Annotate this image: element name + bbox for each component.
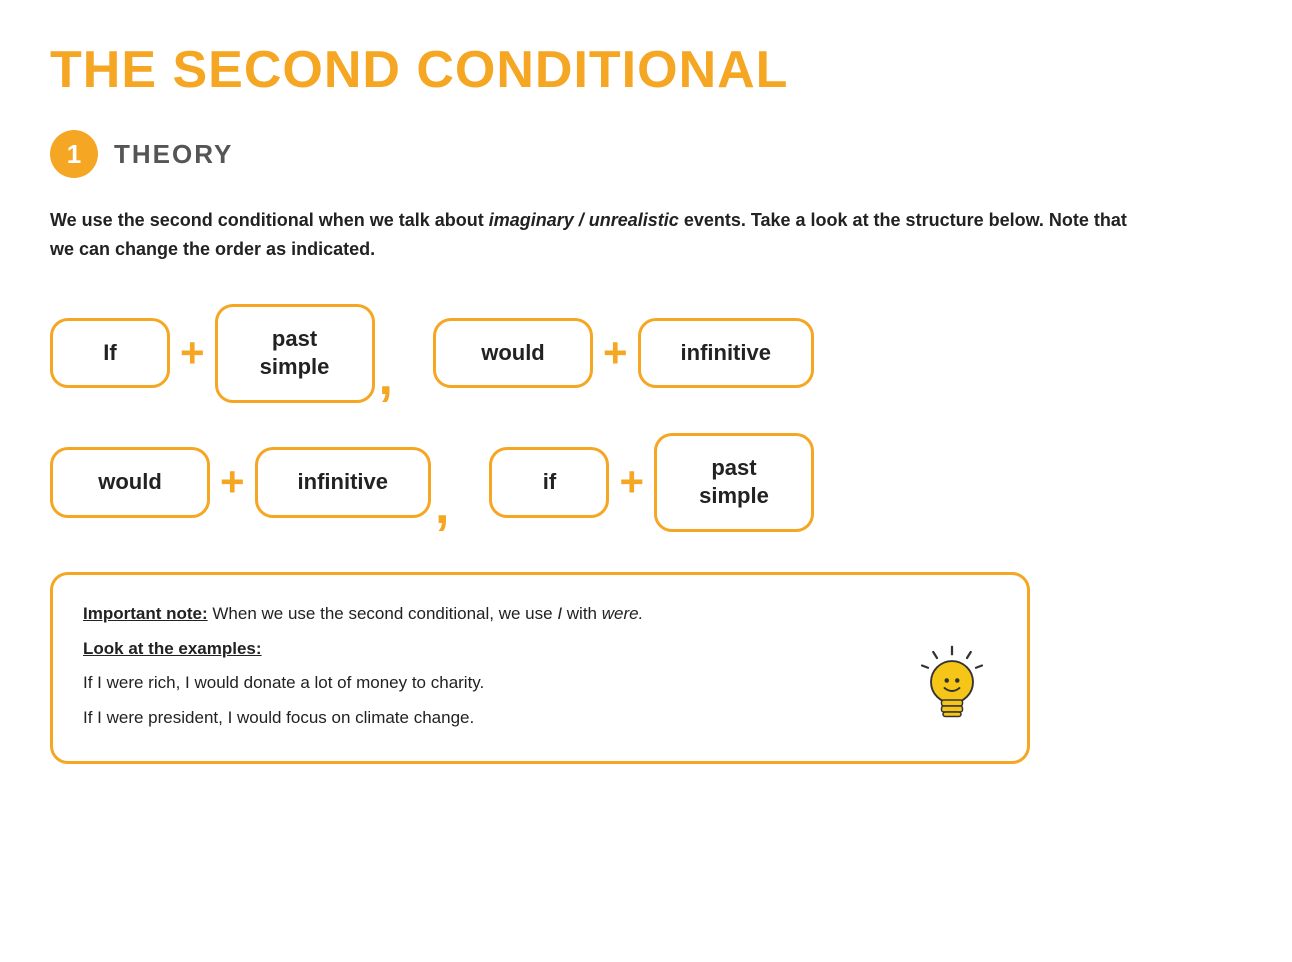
formula-area: If + pastsimple , would + infinitive wou… xyxy=(50,304,1242,532)
note-important-line: Important note: When we use the second c… xyxy=(83,599,887,630)
plus-icon-1: + xyxy=(170,332,215,374)
section-number: 1 xyxy=(50,130,98,178)
intro-italic: imaginary / unrealistic xyxy=(489,210,679,230)
page-title: THE SECOND CONDITIONAL xyxy=(50,40,1242,100)
plus-icon-4: + xyxy=(609,461,654,503)
formula-box-if-2: if xyxy=(489,447,609,518)
formula-box-past-simple: pastsimple xyxy=(215,304,375,403)
formula-box-would-2: would xyxy=(50,447,210,518)
formula-row-1: If + pastsimple , would + infinitive xyxy=(50,304,1242,403)
note-example1: If I were rich, I would donate a lot of … xyxy=(83,668,887,699)
note-example2: If I were president, I would focus on cl… xyxy=(83,703,887,734)
formula-box-infinitive-2: infinitive xyxy=(255,447,431,518)
plus-icon-3: + xyxy=(210,461,255,503)
were-italic: were. xyxy=(602,604,644,623)
with-were-text: with xyxy=(562,604,602,623)
plus-icon-2: + xyxy=(593,332,638,374)
formula-box-past-simple-2: pastsimple xyxy=(654,433,814,532)
section-header: 1 THEORY xyxy=(50,130,1242,178)
formula-group-1a: If + pastsimple xyxy=(50,304,375,403)
note-box: Important note: When we use the second c… xyxy=(50,572,1030,764)
formula-row-2: would + infinitive , if + pastsimple xyxy=(50,433,1242,532)
note-inner: Important note: When we use the second c… xyxy=(83,599,997,737)
important-label: Important note: xyxy=(83,604,208,623)
formula-box-infinitive-1: infinitive xyxy=(638,318,814,389)
note-text-area: Important note: When we use the second c… xyxy=(83,599,887,737)
formula-group-1b: would + infinitive xyxy=(433,318,814,389)
comma-2: , xyxy=(435,480,449,532)
formula-group-2b: if + pastsimple xyxy=(489,433,814,532)
formula-box-would-1: would xyxy=(433,318,593,389)
lightbulb-icon xyxy=(907,643,997,733)
comma-1: , xyxy=(379,351,393,403)
important-text: When we use the second conditional, we u… xyxy=(208,604,558,623)
note-look-line: Look at the examples: xyxy=(83,634,887,665)
section-label: THEORY xyxy=(114,139,233,170)
formula-group-2a: would + infinitive xyxy=(50,447,431,518)
formula-box-if: If xyxy=(50,318,170,389)
intro-paragraph: We use the second conditional when we ta… xyxy=(50,206,1150,264)
look-label: Look at the examples: xyxy=(83,639,262,658)
note-content: Important note: When we use the second c… xyxy=(83,599,887,733)
intro-text-before: We use the second conditional when we ta… xyxy=(50,210,489,230)
